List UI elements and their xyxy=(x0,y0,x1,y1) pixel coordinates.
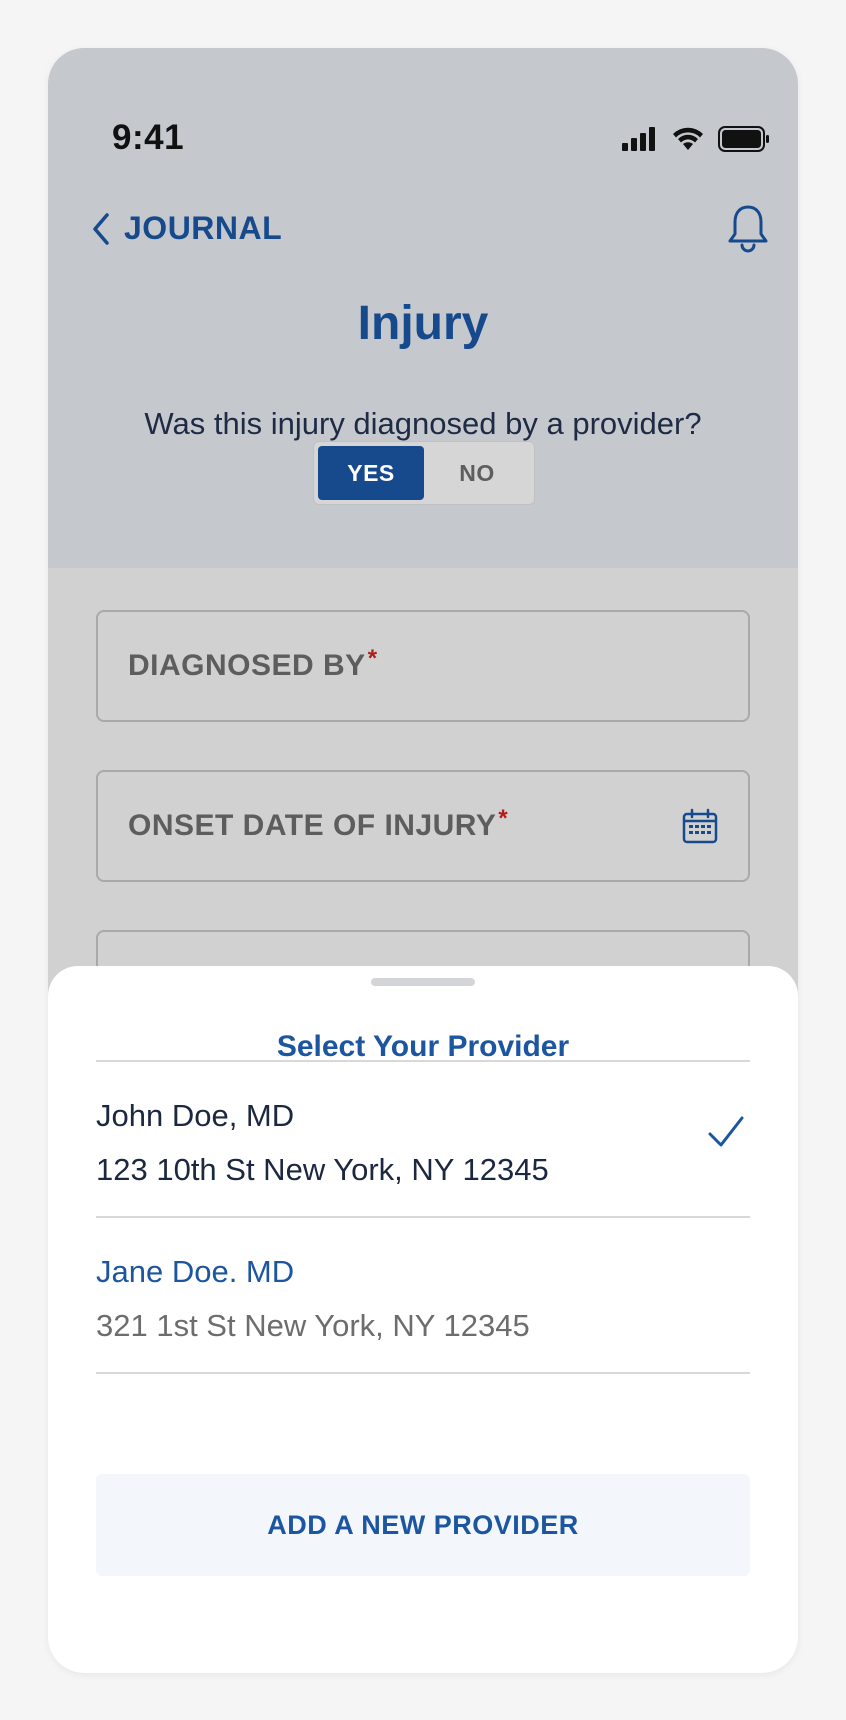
divider xyxy=(96,1372,750,1374)
toggle-no-button[interactable]: NO xyxy=(424,446,530,500)
provider-address: 321 1st St New York, NY 12345 xyxy=(96,1308,530,1343)
sheet-grabber[interactable] xyxy=(371,978,475,986)
provider-address: 123 10th St New York, NY 12345 xyxy=(96,1152,549,1187)
provider-option-jane-doe[interactable]: Jane Doe. MD 321 1st St New York, NY 123… xyxy=(96,1218,750,1372)
back-button[interactable]: JOURNAL xyxy=(92,210,282,247)
required-marker: * xyxy=(367,645,378,672)
required-marker: * xyxy=(498,805,509,832)
back-label: JOURNAL xyxy=(124,210,283,246)
provider-name: Jane Doe. MD xyxy=(96,1254,295,1289)
page-title: Injury xyxy=(357,297,489,350)
diagnosis-question: Was this injury diagnosed by a provider? xyxy=(144,406,702,441)
phone-screen: 9:41 JOURNAL Injury Was this injury diag… xyxy=(48,48,798,1673)
provider-name: John Doe, MD xyxy=(96,1098,295,1133)
diagnosed-by-label: DIAGNOSED BY* xyxy=(128,645,378,682)
provider-bottom-sheet: Select Your Provider John Doe, MD 123 10… xyxy=(48,966,798,1673)
nav-row: JOURNAL xyxy=(48,198,798,268)
status-icons xyxy=(622,124,770,154)
status-time: 9:41 xyxy=(112,118,185,157)
status-bar: 9:41 xyxy=(48,48,798,157)
toggle-yes-button[interactable]: YES xyxy=(318,446,424,500)
onset-date-label: ONSET DATE OF INJURY* xyxy=(128,805,509,842)
add-new-provider-button[interactable]: ADD A NEW PROVIDER xyxy=(96,1474,750,1576)
chevron-left-icon xyxy=(93,212,109,245)
sheet-title: Select Your Provider xyxy=(276,1030,570,1063)
battery-icon xyxy=(718,126,769,152)
header-area: 9:41 JOURNAL Injury Was this injury diag… xyxy=(48,48,798,568)
wifi-icon xyxy=(673,127,703,150)
cellular-signal-icon xyxy=(622,127,655,151)
checkmark-icon xyxy=(708,1116,744,1147)
yes-no-toggle: YES NO xyxy=(313,441,535,505)
provider-option-john-doe[interactable]: John Doe, MD 123 10th St New York, NY 12… xyxy=(96,1062,750,1216)
calendar-icon[interactable] xyxy=(682,808,718,844)
onset-date-field[interactable]: ONSET DATE OF INJURY* xyxy=(96,770,750,882)
diagnosed-by-field[interactable]: DIAGNOSED BY* xyxy=(96,610,750,722)
bell-icon[interactable] xyxy=(726,204,770,254)
